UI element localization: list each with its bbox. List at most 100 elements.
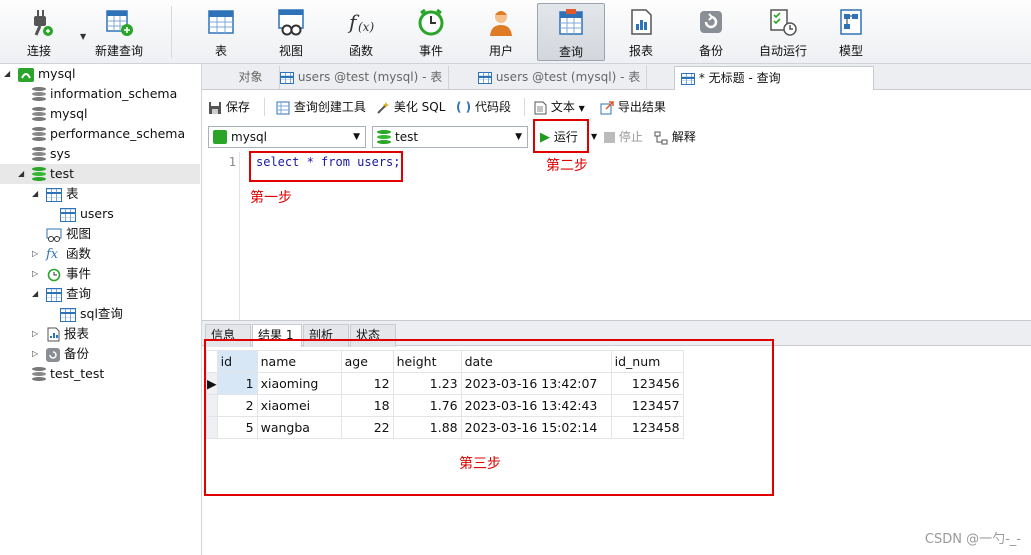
database-icon xyxy=(32,147,46,162)
beautify-sql-button[interactable]: 美化 SQL xyxy=(376,98,445,116)
collapsed-arrow-icon[interactable]: ▷ xyxy=(32,244,38,264)
tree-item-events[interactable]: ▷ 事件 xyxy=(32,264,91,284)
tab-objects[interactable]: 对象 xyxy=(222,66,280,90)
table-button[interactable]: 表 xyxy=(188,3,254,61)
new-query-button[interactable]: 新建查询 xyxy=(84,3,154,61)
connection-select[interactable]: mysql ▼ xyxy=(208,126,366,148)
step2-highlight-box xyxy=(533,119,589,153)
table-icon xyxy=(46,187,62,202)
function-label: 函数 xyxy=(348,44,373,58)
query-label: 查询 xyxy=(558,45,583,59)
query-icon xyxy=(681,72,695,85)
connect-button[interactable]: 连接 ▼ xyxy=(6,3,86,61)
database-icon xyxy=(32,127,46,142)
query-button[interactable]: 查询 xyxy=(537,3,605,61)
model-icon xyxy=(836,7,866,37)
auto-run-button[interactable]: 自动运行 xyxy=(748,3,818,61)
tab-users-table-2[interactable]: users @test (mysql) - 表 xyxy=(472,66,648,90)
code-snippet-button[interactable]: ( ) 代码段 xyxy=(456,98,511,116)
plug-icon xyxy=(24,7,54,37)
save-button[interactable]: 保存 xyxy=(208,98,250,116)
backup-icon xyxy=(46,347,60,362)
report-button[interactable]: 报表 xyxy=(608,3,674,61)
chevron-down-icon: ▼ xyxy=(515,132,522,142)
model-button[interactable]: 模型 xyxy=(818,3,884,61)
user-icon xyxy=(486,7,516,37)
toolbar-separator xyxy=(524,98,525,116)
report-icon xyxy=(626,7,656,37)
tree-item-mysql-db[interactable]: mysql xyxy=(32,104,88,124)
collapsed-arrow-icon[interactable]: ▷ xyxy=(32,264,38,284)
text-button[interactable]: 文本 ▼ xyxy=(534,98,585,116)
expanded-arrow-icon[interactable]: ◢ xyxy=(18,164,24,184)
main-toolbar: 连接 ▼ 新建查询 表 视图 f (x) 函数 事件 用户 查询 报表 备份 自… xyxy=(0,0,1031,64)
step3-label: 第三步 xyxy=(459,456,501,472)
svg-text:(x): (x) xyxy=(358,20,374,34)
user-button[interactable]: 用户 xyxy=(468,3,534,61)
tab-untitled-query[interactable]: * 无标题 - 查询 xyxy=(674,66,874,90)
tree-item-test-test[interactable]: test_test xyxy=(32,364,104,384)
backup-button[interactable]: 备份 xyxy=(678,3,744,61)
expanded-arrow-icon[interactable]: ◢ xyxy=(32,284,38,304)
view-label: 视图 xyxy=(278,44,303,58)
collapsed-arrow-icon[interactable]: ▷ xyxy=(32,324,38,344)
clock-icon xyxy=(46,268,62,282)
document-icon xyxy=(534,101,547,115)
report-label: 报表 xyxy=(628,44,653,58)
function-icon: f (x) xyxy=(346,7,376,37)
clock-icon xyxy=(416,7,446,37)
line-number-gutter: 1 xyxy=(202,152,240,320)
explain-button[interactable]: 解释 xyxy=(654,128,696,146)
function-icon: fx xyxy=(46,246,59,262)
database-icon xyxy=(377,130,391,145)
snippet-icon: ( ) xyxy=(456,100,472,114)
tree-item-queries[interactable]: ◢ 查询 xyxy=(32,284,91,304)
tree-item-sql-query[interactable]: sql查询 xyxy=(60,304,123,324)
stop-button[interactable]: 停止 xyxy=(604,128,643,146)
view-button[interactable]: 视图 xyxy=(258,3,324,61)
function-button[interactable]: f (x) 函数 xyxy=(328,3,394,61)
table-icon xyxy=(206,7,236,37)
expanded-arrow-icon[interactable]: ◢ xyxy=(4,64,10,84)
event-button[interactable]: 事件 xyxy=(398,3,464,61)
export-result-button[interactable]: 导出结果 xyxy=(600,98,666,116)
database-select[interactable]: test ▼ xyxy=(372,126,528,148)
beautify-icon xyxy=(376,101,390,115)
tree-item-mysql-connection[interactable]: ◢ mysql xyxy=(4,64,76,84)
tree-item-functions[interactable]: ▷ fx 函数 xyxy=(32,244,91,264)
chevron-down-icon[interactable]: ▼ xyxy=(579,104,585,113)
toolbar-separator xyxy=(171,6,172,58)
connect-label: 连接 xyxy=(26,44,51,58)
connection-icon xyxy=(213,130,227,144)
table-icon xyxy=(60,207,76,222)
query-builder-button[interactable]: 查询创建工具 xyxy=(276,98,366,116)
view-icon xyxy=(46,228,62,242)
tree-item-test[interactable]: ◢ test xyxy=(0,164,200,184)
tree-item-backups[interactable]: ▷ 备份 xyxy=(32,344,89,364)
tree-item-information-schema[interactable]: information_schema xyxy=(32,84,177,104)
auto-run-icon xyxy=(768,7,798,37)
tab-users-table-1[interactable]: users @test (mysql) - 表 xyxy=(274,66,450,90)
query-icon xyxy=(556,8,586,38)
tree-item-sys[interactable]: sys xyxy=(32,144,70,164)
tree-item-performance-schema[interactable]: performance_schema xyxy=(32,124,185,144)
explain-icon xyxy=(654,131,668,145)
new-query-icon xyxy=(104,7,134,37)
query-icon xyxy=(46,287,62,302)
tree-item-tables[interactable]: ◢ 表 xyxy=(32,184,79,204)
database-icon xyxy=(32,107,46,122)
tree-item-users[interactable]: users xyxy=(60,204,114,224)
chevron-down-icon[interactable]: ▼ xyxy=(591,132,597,141)
expanded-arrow-icon[interactable]: ◢ xyxy=(32,184,38,204)
collapsed-arrow-icon[interactable]: ▷ xyxy=(32,344,38,364)
query-icon xyxy=(60,307,76,322)
connection-tree: ◢ mysql information_schema mysql perform… xyxy=(0,64,202,555)
tree-item-views[interactable]: 视图 xyxy=(46,224,91,244)
save-icon xyxy=(208,101,222,115)
report-icon xyxy=(46,327,60,342)
backup-label: 备份 xyxy=(698,44,723,58)
connection-icon xyxy=(18,67,34,82)
tree-item-reports[interactable]: ▷ 报表 xyxy=(32,324,89,344)
database-icon xyxy=(32,367,46,382)
document-tabs: 对象 users @test (mysql) - 表 users @test (… xyxy=(202,64,1031,90)
